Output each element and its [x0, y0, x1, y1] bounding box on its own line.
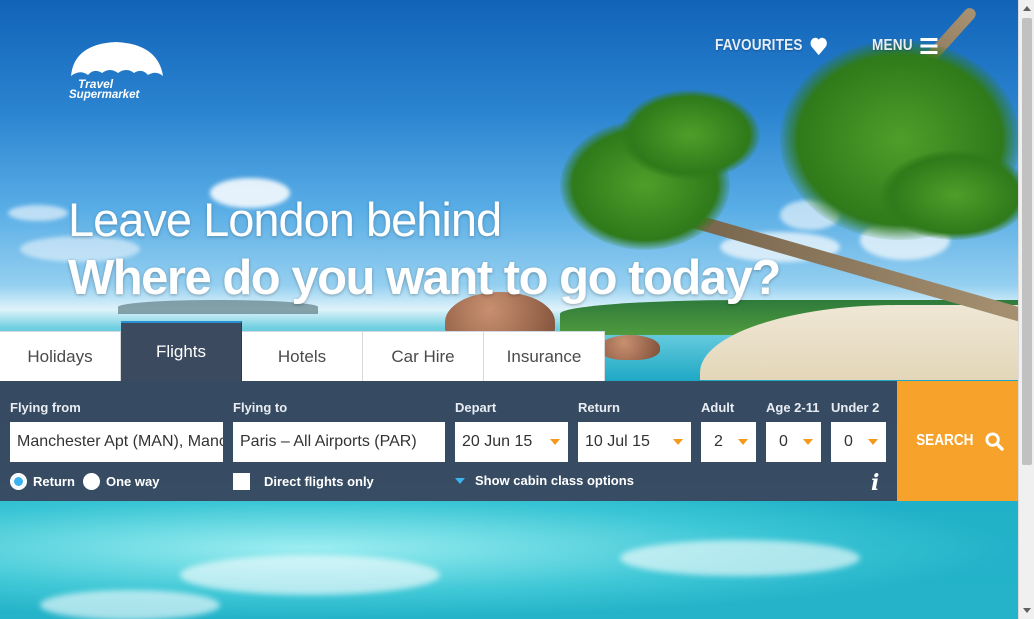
- child-count-select[interactable]: 0: [766, 422, 821, 462]
- return-date-select[interactable]: 10 Jul 15: [578, 422, 691, 462]
- scroll-up-arrow-icon[interactable]: [1023, 6, 1031, 11]
- chevron-down-icon: [738, 439, 748, 445]
- favourites-link[interactable]: FAVOURITES: [715, 36, 828, 56]
- product-tabs: Holidays Flights Hotels Car Hire Insuran…: [0, 321, 605, 381]
- tab-car-hire[interactable]: Car Hire: [363, 331, 484, 381]
- direct-flights-label: Direct flights only: [264, 474, 374, 489]
- flying-to-label: Flying to: [233, 400, 288, 415]
- radio-unchecked-icon: [83, 473, 100, 490]
- info-icon[interactable]: i: [871, 470, 879, 496]
- triangle-down-icon: [455, 477, 465, 484]
- tab-insurance[interactable]: Insurance: [484, 331, 605, 381]
- hero-subheading: Where do you want to go today?: [68, 251, 781, 305]
- infant-count-value: 0: [844, 433, 853, 450]
- flying-from-value: Manchester Apt (MAN), Manchester: [17, 433, 223, 450]
- scrollbar-thumb[interactable]: [1022, 18, 1032, 465]
- adult-count-select[interactable]: 2: [701, 422, 756, 462]
- chevron-down-icon: [673, 439, 683, 445]
- tab-flights[interactable]: Flights: [121, 321, 242, 381]
- flying-from-input[interactable]: Manchester Apt (MAN), Manchester: [10, 422, 223, 462]
- scroll-down-arrow-icon[interactable]: [1023, 608, 1031, 613]
- cabin-class-toggle[interactable]: Show cabin class options: [455, 473, 634, 488]
- search-button-label: SEARCH: [916, 432, 974, 449]
- hero-heading: Leave London behind: [68, 193, 502, 246]
- heart-icon: [810, 37, 827, 56]
- tab-hotels[interactable]: Hotels: [242, 331, 363, 381]
- return-date-value: 10 Jul 15: [585, 433, 650, 450]
- flying-to-value: Paris – All Airports (PAR): [240, 433, 417, 450]
- depart-date-select[interactable]: 20 Jun 15: [455, 422, 568, 462]
- return-label: Return: [578, 400, 620, 415]
- travelsupermarket-logo[interactable]: Travel Supermarket: [66, 40, 166, 102]
- hamburger-menu-icon: [920, 38, 938, 54]
- search-icon: [985, 431, 1004, 451]
- tab-holidays[interactable]: Holidays: [0, 331, 121, 381]
- search-button[interactable]: SEARCH: [897, 381, 1018, 501]
- adult-label: Adult: [701, 400, 735, 415]
- vertical-scrollbar[interactable]: [1018, 0, 1034, 619]
- trip-return-label: Return: [33, 474, 75, 489]
- child-count-value: 0: [779, 433, 788, 450]
- depart-label: Depart: [455, 400, 497, 415]
- top-navigation: FAVOURITES MENU: [715, 36, 950, 56]
- menu-label: MENU: [872, 37, 913, 54]
- flying-to-input[interactable]: Paris – All Airports (PAR): [233, 422, 445, 462]
- trip-oneway-label: One way: [106, 474, 160, 489]
- infant-label: Under 2: [831, 400, 880, 415]
- child-age-label: Age 2-11: [766, 400, 820, 415]
- svg-text:Supermarket: Supermarket: [69, 89, 140, 101]
- flying-from-label: Flying from: [10, 400, 81, 415]
- umbrella-logo-icon: Travel Supermarket: [69, 42, 163, 101]
- radio-checked-icon: [10, 473, 27, 490]
- favourites-label: FAVOURITES: [715, 37, 803, 54]
- cabin-class-label: Show cabin class options: [475, 473, 634, 488]
- chevron-down-icon: [868, 439, 878, 445]
- checkbox-icon: [233, 473, 250, 490]
- menu-button[interactable]: MENU: [872, 37, 938, 55]
- trip-oneway-radio[interactable]: One way: [83, 473, 159, 490]
- direct-flights-checkbox[interactable]: Direct flights only: [233, 473, 374, 490]
- adult-count-value: 2: [714, 433, 723, 450]
- trip-return-radio[interactable]: Return: [10, 473, 75, 490]
- chevron-down-icon: [803, 439, 813, 445]
- depart-date-value: 20 Jun 15: [462, 433, 533, 450]
- infant-count-select[interactable]: 0: [831, 422, 886, 462]
- chevron-down-icon: [550, 439, 560, 445]
